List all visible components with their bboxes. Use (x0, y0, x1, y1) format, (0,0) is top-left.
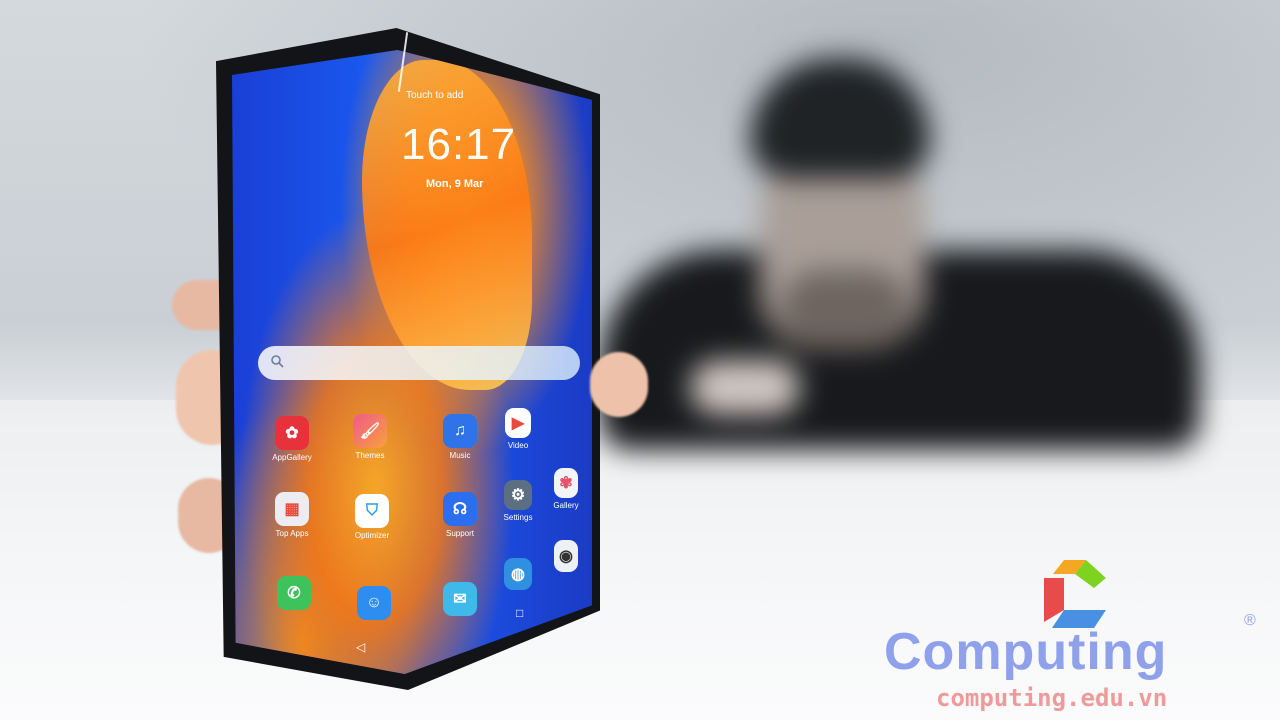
video-play-icon: ▶ (505, 408, 531, 438)
app-support[interactable]: ☊ Support (430, 492, 490, 538)
foldable-phone: Touch to add 16:17 Mon, 9 Mar ✿ AppGalle… (216, 28, 600, 690)
dock-messages[interactable]: ✉ (430, 582, 490, 616)
nav-recents-icon[interactable]: □ (516, 606, 523, 620)
watermark-url: computing.edu.vn (936, 684, 1168, 712)
phone-call-icon: ✆ (277, 576, 311, 610)
app-label: Music (449, 451, 471, 460)
app-gallery[interactable]: ✾ Gallery (536, 468, 596, 510)
app-label: Top Apps (275, 529, 309, 538)
music-note-icon: ♫ (443, 414, 477, 448)
lockscreen-date: Mon, 9 Mar (426, 178, 484, 190)
themes-brush-icon: 🖌 (353, 414, 387, 448)
app-music[interactable]: ♫ Music (430, 414, 490, 460)
app-label: Video (507, 441, 529, 450)
huawei-appgallery-icon: ✿ (275, 416, 309, 450)
app-label: Optimizer (354, 531, 390, 540)
lockscreen-clock: 16:17 (401, 120, 517, 169)
search-icon (271, 355, 284, 368)
app-themes[interactable]: 🖌 Themes (340, 414, 400, 460)
person-beard (780, 270, 910, 350)
app-label: Support (445, 529, 475, 538)
dock-contacts[interactable]: ☺ (344, 586, 404, 620)
browser-globe-icon: ◍ (504, 558, 532, 590)
nav-back-icon[interactable]: ◁ (356, 640, 365, 654)
watermark-title: Computing (884, 623, 1168, 681)
app-label: Gallery (553, 501, 579, 510)
computing-logo-icon (1044, 560, 1106, 628)
app-label: Settings (503, 513, 533, 522)
support-headset-icon: ☊ (443, 492, 477, 526)
dock-camera[interactable]: ◉ (536, 540, 596, 572)
app-optimizer[interactable]: ⛉ Optimizer (342, 494, 402, 540)
app-top-apps[interactable]: ▦ Top Apps (262, 492, 322, 538)
app-label: Themes (355, 451, 385, 460)
contacts-icon: ☺ (357, 586, 391, 620)
lockscreen-status-text: Touch to add (406, 90, 464, 101)
shield-check-icon: ⛉ (355, 494, 389, 528)
dock-phone[interactable]: ✆ (264, 576, 324, 610)
hand-thumb (590, 352, 648, 417)
gallery-flower-icon: ✾ (554, 468, 578, 498)
top-apps-folder-icon: ▦ (275, 492, 309, 526)
search-bar[interactable] (258, 346, 580, 380)
app-label: AppGallery (272, 453, 312, 462)
wallpaper-swirl (362, 60, 532, 390)
messages-icon: ✉ (443, 582, 477, 616)
camera-icon: ◉ (554, 540, 578, 572)
watermark-registered-mark: ® (1244, 612, 1256, 629)
gear-icon: ⚙ (504, 480, 532, 510)
app-appgallery[interactable]: ✿ AppGallery (262, 416, 322, 462)
person-arm (690, 360, 800, 415)
app-video[interactable]: ▶ Video (488, 408, 548, 450)
